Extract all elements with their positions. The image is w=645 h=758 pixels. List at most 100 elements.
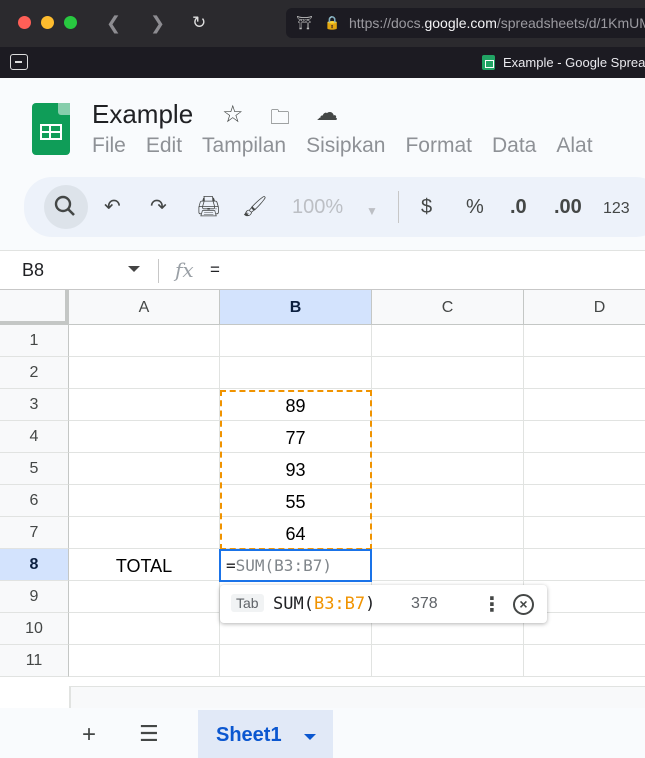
cell-a4[interactable] — [69, 421, 220, 453]
cell-d4[interactable] — [524, 421, 645, 453]
column-header-b[interactable]: B — [220, 290, 372, 325]
menu-data[interactable]: Data — [492, 134, 536, 157]
tab-tray-icon[interactable] — [10, 54, 28, 70]
add-sheet-icon[interactable]: + — [82, 721, 96, 749]
select-all-corner[interactable] — [0, 290, 69, 325]
name-box[interactable]: B8 — [22, 260, 44, 281]
column-header-a[interactable]: A — [69, 290, 220, 325]
column-header-c[interactable]: C — [372, 290, 524, 325]
menu-view[interactable]: Tampilan — [202, 134, 286, 157]
cell-b11[interactable] — [220, 645, 372, 677]
cell-c6[interactable] — [372, 485, 524, 517]
cell-c7[interactable] — [372, 517, 524, 549]
move-folder-icon[interactable]: 🗀 — [270, 103, 290, 137]
active-cell-editor[interactable]: =SUM(B3:B7) — [219, 549, 372, 582]
cell-c5[interactable] — [372, 453, 524, 485]
minimize-window-button[interactable] — [41, 16, 54, 29]
dismiss-suggestion-icon[interactable]: × — [513, 594, 534, 615]
horizontal-scrollbar[interactable] — [69, 686, 645, 708]
cell-a8[interactable]: TOTAL — [69, 549, 220, 581]
row-header-6[interactable]: 6 — [0, 485, 69, 517]
column-header-d[interactable]: D — [524, 290, 645, 325]
more-vert-icon[interactable]: ⋮ — [482, 592, 502, 617]
percent-format-button[interactable]: % — [466, 195, 484, 219]
cell-b7[interactable]: 64 — [220, 517, 372, 549]
cell-a1[interactable] — [69, 325, 220, 357]
search-menus-button[interactable] — [44, 185, 88, 229]
zoom-select[interactable]: 100% — [292, 195, 343, 219]
menu-tools[interactable]: Alat — [556, 134, 592, 157]
cell-a6[interactable] — [69, 485, 220, 517]
cell-c1[interactable] — [372, 325, 524, 357]
suggested-formula[interactable]: SUM(B3:B7) — [273, 594, 375, 614]
cell-b6[interactable]: 55 — [220, 485, 372, 517]
cell-b2[interactable] — [220, 357, 372, 389]
row-header-8[interactable]: 8 — [0, 549, 69, 581]
cell-d3[interactable] — [524, 389, 645, 421]
cell-c11[interactable] — [372, 645, 524, 677]
redo-icon[interactable]: ↷ — [150, 195, 167, 219]
formula-input[interactable]: = — [210, 260, 220, 280]
row-header-9[interactable]: 9 — [0, 581, 69, 613]
menu-format[interactable]: Format — [405, 134, 472, 157]
maximize-window-button[interactable] — [64, 16, 77, 29]
cell-a11[interactable] — [69, 645, 220, 677]
print-icon[interactable]: 🖨 — [196, 195, 221, 219]
cell-d8[interactable] — [524, 549, 645, 581]
close-window-button[interactable] — [18, 16, 31, 29]
zoom-dropdown-icon[interactable]: ▼ — [366, 199, 378, 223]
spreadsheet-grid[interactable]: A B C D 1 2 3 4 5 6 7 8 9 10 11 TOTAL 89… — [0, 290, 645, 686]
row-header-11[interactable]: 11 — [0, 645, 69, 677]
row-header-5[interactable]: 5 — [0, 453, 69, 485]
cell-b3[interactable]: 89 — [220, 389, 372, 421]
more-formats-button[interactable]: 123 — [603, 197, 630, 221]
back-icon[interactable]: ❮ — [106, 12, 121, 34]
decrease-decimal-button[interactable]: .0 — [510, 195, 527, 219]
undo-icon[interactable]: ↶ — [104, 195, 121, 219]
row-header-10[interactable]: 10 — [0, 613, 69, 645]
currency-format-button[interactable]: $ — [421, 195, 432, 219]
cell-a10[interactable] — [69, 613, 220, 645]
star-icon[interactable]: ☆ — [222, 100, 244, 129]
cell-c4[interactable] — [372, 421, 524, 453]
cloud-status-icon[interactable]: ☁ — [316, 100, 338, 126]
document-title[interactable]: Example — [92, 99, 193, 130]
cell-b1[interactable] — [220, 325, 372, 357]
cell-c2[interactable] — [372, 357, 524, 389]
increase-decimal-button[interactable]: .00 — [554, 195, 582, 219]
cell-d11[interactable] — [524, 645, 645, 677]
forward-icon[interactable]: ❯ — [150, 12, 165, 34]
formula-suggestion-popup[interactable]: Tab SUM(B3:B7) 378 ⋮ × — [220, 585, 547, 623]
cell-d1[interactable] — [524, 325, 645, 357]
row-header-4[interactable]: 4 — [0, 421, 69, 453]
menu-file[interactable]: File — [92, 134, 126, 157]
cell-a9[interactable] — [69, 581, 220, 613]
sheets-logo-icon[interactable] — [32, 103, 70, 155]
menu-edit[interactable]: Edit — [146, 134, 182, 157]
cell-b5[interactable]: 93 — [220, 453, 372, 485]
cell-a5[interactable] — [69, 453, 220, 485]
cell-d5[interactable] — [524, 453, 645, 485]
cell-d7[interactable] — [524, 517, 645, 549]
paint-format-icon[interactable]: 🖌 — [242, 195, 267, 219]
row-header-7[interactable]: 7 — [0, 517, 69, 549]
cell-d6[interactable] — [524, 485, 645, 517]
cell-b4[interactable]: 77 — [220, 421, 372, 453]
browser-tab[interactable]: Example - Google Sprea — [482, 55, 645, 70]
name-box-dropdown-icon[interactable] — [128, 266, 140, 272]
row-header-1[interactable]: 1 — [0, 325, 69, 357]
row-header-2[interactable]: 2 — [0, 357, 69, 389]
sheet-tab[interactable]: Sheet1 — [198, 710, 333, 758]
menu-insert[interactable]: Sisipkan — [306, 134, 385, 157]
cell-d2[interactable] — [524, 357, 645, 389]
cell-a2[interactable] — [69, 357, 220, 389]
cell-a7[interactable] — [69, 517, 220, 549]
cell-c3[interactable] — [372, 389, 524, 421]
row-header-3[interactable]: 3 — [0, 389, 69, 421]
cell-c8[interactable] — [372, 549, 524, 581]
sheet-tab-dropdown-icon[interactable] — [304, 734, 316, 740]
reload-icon[interactable]: ↻ — [192, 12, 206, 34]
all-sheets-icon[interactable]: ☰ — [139, 721, 159, 747]
address-bar[interactable]: ⛩ 🔒 https://docs.google.com/spreadsheets… — [286, 8, 645, 38]
cell-a3[interactable] — [69, 389, 220, 421]
